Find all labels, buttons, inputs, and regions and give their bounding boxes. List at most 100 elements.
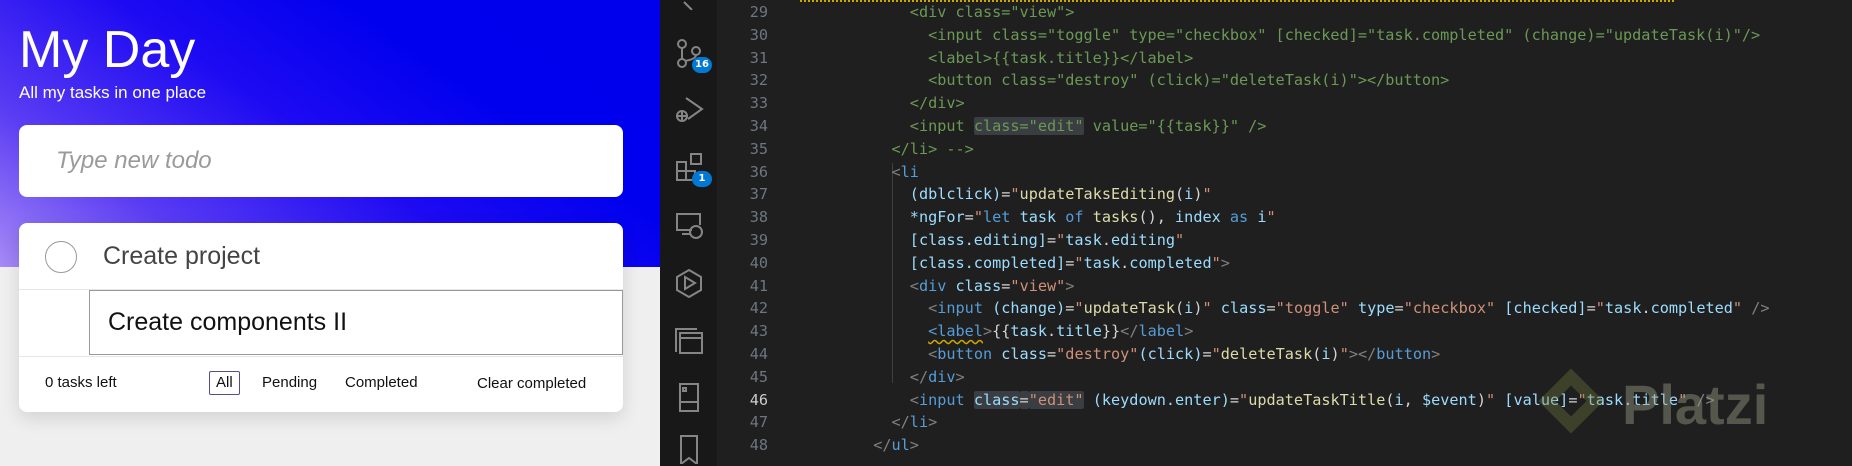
code-token: [class.completed] bbox=[909, 253, 1066, 272]
code-line[interactable]: 29 <div class="view"> bbox=[717, 1, 1852, 24]
code-token: [class.editing] bbox=[909, 231, 1047, 249]
extension-hex-icon[interactable] bbox=[674, 268, 704, 298]
code-token: button bbox=[1376, 345, 1432, 363]
line-number: 33 bbox=[749, 94, 768, 113]
code-token: li bbox=[909, 413, 929, 432]
code-token: updateTaskTitle bbox=[1248, 390, 1386, 409]
code-token: editing bbox=[1111, 231, 1176, 249]
code-line[interactable]: 41 <div class="view"> bbox=[717, 275, 1852, 298]
code-text: [class.editing]="task.editing" bbox=[910, 229, 1184, 252]
toggle-checkbox[interactable] bbox=[45, 241, 77, 273]
code-line[interactable]: 32 <button class="destroy" (click)="delet… bbox=[717, 69, 1852, 92]
code-token: = bbox=[1019, 390, 1029, 409]
new-todo-input[interactable] bbox=[19, 125, 623, 197]
code-line[interactable]: 48 </ul> bbox=[717, 434, 1852, 457]
panel-icon[interactable] bbox=[674, 382, 704, 412]
code-token: "view" bbox=[1010, 276, 1066, 295]
code-token: " bbox=[1202, 299, 1212, 318]
code-line[interactable]: 39 [class.editing]="task.editing" bbox=[717, 229, 1852, 252]
code-token: updateTask bbox=[1083, 299, 1176, 318]
code-token: ) bbox=[1330, 345, 1340, 363]
code-line[interactable]: 33 </div> bbox=[717, 92, 1852, 115]
code-token: (change) bbox=[982, 299, 1066, 318]
todo-edit-input[interactable] bbox=[89, 290, 623, 355]
code-token: /> bbox=[1687, 390, 1715, 409]
run-debug-icon[interactable] bbox=[674, 94, 704, 124]
code-token: . bbox=[1120, 253, 1130, 272]
code-line[interactable]: 46 <input class="edit" (keydown.enter)="u… bbox=[717, 389, 1852, 412]
code-token: index bbox=[1175, 208, 1221, 227]
code-line[interactable]: 35 </li> --> bbox=[717, 138, 1852, 161]
code-token: task bbox=[1010, 322, 1047, 341]
code-token: " bbox=[1266, 208, 1276, 227]
code-token: div bbox=[928, 367, 956, 386]
code-line[interactable]: 47 </li> bbox=[717, 411, 1852, 434]
line-number: 37 bbox=[749, 185, 768, 204]
line-number: 44 bbox=[749, 345, 768, 363]
windows-icon[interactable] bbox=[674, 325, 704, 355]
source-control-icon[interactable]: 16 bbox=[674, 38, 712, 73]
code-line[interactable]: 30 <input class="toggle" type="checkbox" … bbox=[717, 24, 1852, 47]
code-token: title bbox=[1632, 390, 1679, 409]
code-line[interactable]: 43 <label>{{task.title}}</label> bbox=[717, 320, 1852, 343]
code-token: button bbox=[937, 345, 993, 363]
code-line[interactable]: 37 (dblclick)="updateTaksEditing(i)" bbox=[717, 183, 1852, 206]
code-token: = bbox=[1229, 390, 1240, 409]
line-number: 45 bbox=[749, 367, 768, 386]
code-token: type bbox=[1348, 299, 1395, 318]
code-line[interactable]: 40 [class.completed]="task.completed"> bbox=[717, 252, 1852, 275]
code-line[interactable]: 45 </div> bbox=[717, 366, 1852, 389]
code-text: </li> --> bbox=[892, 138, 974, 161]
code-token: div bbox=[918, 276, 947, 295]
code-token: input bbox=[918, 390, 965, 409]
code-line[interactable]: 36 <li bbox=[717, 161, 1852, 184]
code-token: = bbox=[1047, 345, 1057, 363]
page-title: My Day bbox=[19, 21, 196, 79]
filter-pending[interactable]: Pending bbox=[255, 371, 324, 395]
code-token: [checked] bbox=[1495, 299, 1587, 318]
activity-bar: 16 1 bbox=[660, 0, 717, 466]
code-token: let bbox=[982, 208, 1011, 227]
extensions-icon[interactable]: 1 bbox=[674, 152, 712, 187]
code-token: = bbox=[964, 208, 974, 227]
code-token: as bbox=[1220, 208, 1249, 227]
code-token: </div> bbox=[909, 94, 965, 113]
code-text: </div> bbox=[910, 366, 965, 389]
code-editor[interactable]: 29 <div class="view"> 30 <input class="togg… bbox=[717, 0, 1852, 466]
filter-completed[interactable]: Completed bbox=[338, 371, 425, 395]
remote-explorer-icon[interactable] bbox=[674, 210, 704, 240]
code-token: " bbox=[1202, 185, 1212, 204]
code-token: " bbox=[973, 208, 983, 227]
todo-title[interactable]: Create project bbox=[103, 242, 260, 270]
code-token: task bbox=[1065, 231, 1102, 249]
chevron-icon[interactable] bbox=[674, 0, 704, 10]
code-line[interactable]: 42 <input (change)="updateTask(i)" class=… bbox=[717, 297, 1852, 320]
code-line[interactable]: 34 <input class="edit" value="{{task}}" /… bbox=[717, 115, 1852, 138]
line-number: 41 bbox=[749, 276, 768, 295]
todo-item[interactable]: Create project bbox=[19, 223, 623, 290]
code-token: ( bbox=[1312, 345, 1322, 363]
code-line[interactable]: 38 *ngFor="let task of tasks(), index as … bbox=[717, 206, 1852, 229]
code-text: <input (change)="updateTask(i)" class="t… bbox=[928, 297, 1769, 320]
code-token: </ bbox=[1120, 322, 1139, 341]
filter-all[interactable]: All bbox=[209, 371, 240, 395]
source-control-badge: 16 bbox=[692, 57, 712, 73]
todo-list: Create project 0 tasks left All Pending … bbox=[19, 223, 623, 412]
line-number: 47 bbox=[749, 413, 768, 432]
clear-completed-button[interactable]: Clear completed bbox=[477, 375, 586, 393]
tasks-left-count: 0 tasks left bbox=[45, 374, 117, 391]
line-number: 46 bbox=[749, 390, 768, 409]
code-token: > bbox=[909, 436, 919, 455]
code-token: " bbox=[1577, 390, 1587, 409]
code-token: "destroy" bbox=[1056, 345, 1139, 363]
code-text: <li bbox=[892, 161, 919, 184]
code-token: . bbox=[1641, 299, 1651, 318]
code-token: label bbox=[1138, 322, 1185, 341]
code-token: ( bbox=[1385, 390, 1395, 409]
code-line[interactable]: 31 <label>{{task.title}}</label> bbox=[717, 47, 1852, 70]
code-token: " bbox=[1239, 390, 1249, 409]
code-line[interactable]: 44 <button class="destroy"(click)="delete… bbox=[717, 343, 1852, 366]
code-text: <label>{{task.title}}</label> bbox=[928, 320, 1193, 343]
bookmark-icon[interactable] bbox=[674, 434, 704, 464]
line-number: 42 bbox=[749, 299, 768, 318]
